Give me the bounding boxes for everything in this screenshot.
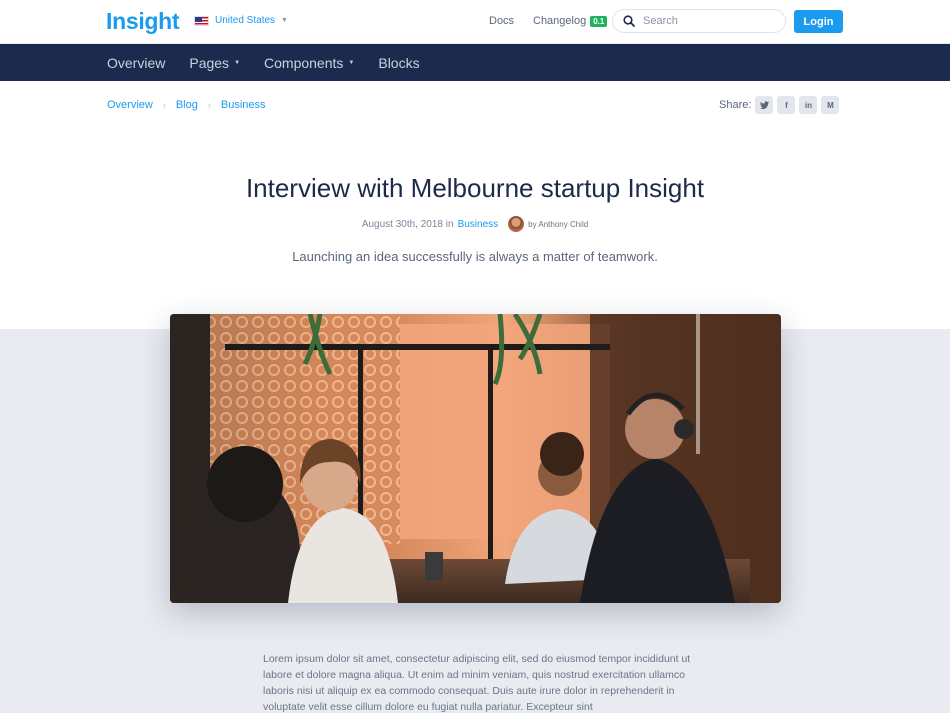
breadcrumb-business[interactable]: Business (221, 99, 266, 111)
chevron-right-icon: › (162, 100, 166, 110)
nav-item-components[interactable]: Components ▼ (264, 55, 354, 71)
medium-icon[interactable]: M (821, 96, 840, 114)
article-meta: August 30th, 2018 in Business by Anthony… (0, 216, 950, 232)
chevron-down-icon: ▼ (234, 59, 241, 66)
twitter-icon[interactable] (755, 96, 774, 114)
nav-item-blocks[interactable]: Blocks (378, 55, 419, 71)
author-avatar (508, 216, 525, 232)
nav-item-label: Blocks (378, 54, 420, 71)
nav-item-label: Components (264, 54, 344, 71)
search-input[interactable] (643, 15, 763, 27)
search-icon (623, 15, 635, 27)
article-subtitle: Launching an idea successfully is always… (292, 249, 658, 264)
article-author[interactable]: by Anthony Child (528, 220, 588, 229)
share-bar: Share: f in M (719, 96, 840, 114)
docs-link[interactable]: Docs (489, 15, 514, 27)
nav-item-overview[interactable]: Overview (107, 55, 165, 71)
article-title: Interview with Melbourne startup Insight (245, 173, 705, 203)
chevron-right-icon: › (207, 100, 211, 110)
changelog-version-badge: 0.1 (590, 15, 608, 27)
main-nav: Overview Pages ▼ Components ▼ Blocks (0, 44, 950, 81)
country-selector[interactable]: United States ▼ (194, 15, 288, 26)
nav-item-label: Pages (189, 54, 230, 71)
chevron-down-icon: ▼ (348, 59, 355, 66)
top-header: Insight United States ▼ Docs Changelog 0… (0, 0, 950, 44)
breadcrumb-overview[interactable]: Overview (107, 99, 153, 111)
changelog-link[interactable]: Changelog 0.1 (533, 15, 608, 27)
nav-item-pages[interactable]: Pages ▼ (189, 55, 240, 71)
article-category-link[interactable]: Business (458, 219, 499, 230)
logo[interactable]: Insight (106, 8, 180, 35)
article-body: Lorem ipsum dolor sit amet, consectetur … (263, 653, 691, 713)
share-label: Share: (719, 99, 752, 111)
login-button[interactable]: Login (794, 10, 843, 33)
facebook-icon[interactable]: f (777, 96, 796, 114)
country-label: United States (215, 15, 276, 26)
chevron-down-icon: ▼ (281, 17, 288, 24)
search-box[interactable] (612, 9, 786, 33)
us-flag-icon (194, 15, 209, 26)
hero-image (170, 314, 781, 603)
changelog-label: Changelog (533, 15, 587, 27)
breadcrumb: Overview › Blog › Business (107, 99, 266, 111)
nav-item-label: Overview (107, 54, 166, 71)
breadcrumb-blog[interactable]: Blog (176, 99, 198, 111)
linkedin-icon[interactable]: in (799, 96, 818, 114)
article-date: August 30th, 2018 in (361, 218, 454, 230)
